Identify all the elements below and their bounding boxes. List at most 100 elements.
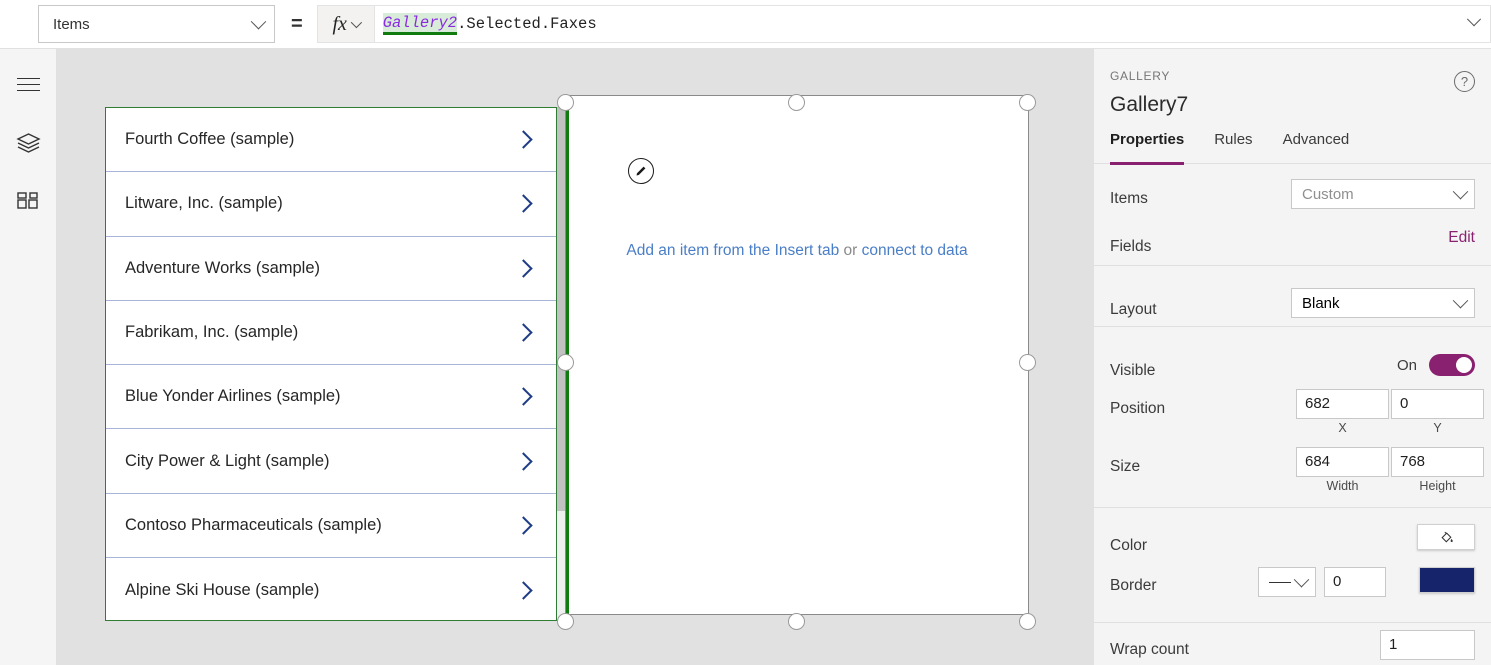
formula-reference-token: Gallery2 — [382, 13, 458, 35]
chevron-right-icon[interactable] — [514, 516, 533, 535]
border-style-line-icon — [1269, 581, 1291, 583]
color-label: Color — [1110, 537, 1148, 554]
gallery-item-label: Litware, Inc. (sample) — [125, 194, 283, 213]
position-x-input[interactable]: 682 — [1296, 389, 1389, 419]
border-color-swatch[interactable] — [1419, 567, 1475, 593]
divider — [1094, 622, 1491, 623]
left-rail — [0, 49, 57, 665]
gallery-item[interactable]: Fourth Coffee (sample) — [106, 108, 556, 173]
resize-handle-top-right[interactable] — [1019, 94, 1036, 111]
panel-tabs: Properties Rules Advanced — [1094, 131, 1491, 165]
tab-properties[interactable]: Properties — [1110, 131, 1185, 165]
property-dropdown[interactable]: Items — [38, 5, 275, 43]
layout-dropdown[interactable]: Blank — [1291, 288, 1475, 318]
gallery-item-label: Fabrikam, Inc. (sample) — [125, 323, 299, 342]
expand-formula-bar-icon[interactable] — [1469, 19, 1480, 30]
menu-icon[interactable] — [0, 63, 57, 105]
resize-handle-bottom-center[interactable] — [788, 613, 805, 630]
fx-button[interactable]: fx — [316, 5, 375, 43]
visible-toggle[interactable]: On — [1397, 354, 1475, 376]
chevron-right-icon[interactable] — [514, 194, 533, 214]
app-canvas: Fourth Coffee (sample) Litware, Inc. (sa… — [57, 49, 1093, 665]
layout-label: Layout — [1110, 301, 1157, 318]
size-width-sublabel: Width — [1326, 479, 1359, 493]
chevron-right-icon[interactable] — [514, 259, 533, 278]
fields-edit-link[interactable]: Edit — [1448, 229, 1475, 247]
fx-label: fx — [332, 12, 347, 35]
gallery-item[interactable]: City Power & Light (sample) — [106, 429, 556, 494]
resize-handle-bottom-left[interactable] — [557, 613, 574, 630]
border-label: Border — [1110, 577, 1157, 594]
resize-handle-middle-right[interactable] — [1019, 354, 1036, 371]
resize-handle-bottom-right[interactable] — [1019, 613, 1036, 630]
hamburger-glyph — [17, 77, 40, 92]
gallery-item-label: Alpine Ski House (sample) — [125, 580, 320, 599]
empty-hint-middle: or — [839, 242, 862, 259]
tab-rules[interactable]: Rules — [1214, 131, 1252, 164]
chevron-down-icon — [1293, 571, 1310, 587]
border-style-dropdown[interactable] — [1258, 567, 1316, 597]
gallery-item-label: Blue Yonder Airlines (sample) — [125, 387, 341, 406]
gallery-populated[interactable]: Fourth Coffee (sample) Litware, Inc. (sa… — [105, 107, 557, 621]
chevron-right-icon[interactable] — [514, 581, 533, 600]
toggle-knob — [1456, 357, 1472, 373]
tree-view-icon[interactable] — [0, 122, 57, 164]
items-label: Items — [1110, 190, 1148, 207]
row-fields: Fields — [1094, 229, 1491, 265]
gallery-item[interactable]: Alpine Ski House (sample) — [106, 558, 556, 620]
tab-advanced[interactable]: Advanced — [1283, 131, 1350, 164]
size-width-input[interactable]: 684 — [1296, 447, 1389, 477]
equals-sign: = — [291, 13, 303, 35]
power-apps-studio: Items = fx Gallery2 .Selected.Faxes Four… — [0, 0, 1491, 665]
empty-gallery-hint: Add an item from the Insert tab or conne… — [566, 242, 1028, 260]
insert-tab-link[interactable]: Add an item from the Insert tab — [626, 242, 839, 259]
items-dropdown-value: Custom — [1302, 185, 1354, 203]
chevron-right-icon[interactable] — [514, 323, 533, 342]
gallery-item[interactable]: Adventure Works (sample) — [106, 237, 556, 301]
paint-bucket-icon — [1440, 531, 1453, 542]
gallery-item[interactable]: Contoso Pharmaceuticals (sample) — [106, 494, 556, 559]
size-height-sublabel: Height — [1419, 479, 1456, 493]
position-y-input[interactable]: 0 — [1391, 389, 1484, 419]
gallery-item-label: Adventure Works (sample) — [125, 258, 321, 277]
chevron-right-icon[interactable] — [514, 387, 533, 407]
gallery-item[interactable]: Litware, Inc. (sample) — [106, 172, 556, 237]
wrap-count-label: Wrap count — [1110, 641, 1189, 658]
chevron-down-icon — [1452, 183, 1469, 199]
insert-icon[interactable] — [0, 182, 57, 224]
chevron-down-icon — [350, 16, 362, 29]
formula-input[interactable]: Gallery2 .Selected.Faxes — [374, 5, 1491, 43]
wrap-count-input[interactable]: 1 — [1380, 630, 1475, 660]
fields-label: Fields — [1110, 238, 1152, 255]
layers-glyph — [16, 133, 41, 153]
pencil-icon — [636, 166, 646, 176]
gallery-item-label: Fourth Coffee (sample) — [125, 130, 295, 149]
resize-handle-top-left[interactable] — [557, 94, 574, 111]
properties-panel: GALLERY Gallery7 ? Properties Rules Adva… — [1093, 49, 1491, 665]
border-width-input[interactable]: 0 — [1324, 567, 1386, 597]
layout-dropdown-value: Blank — [1302, 294, 1340, 312]
gallery-item-label: Contoso Pharmaceuticals (sample) — [125, 515, 382, 534]
chevron-right-icon[interactable] — [514, 451, 533, 471]
chevron-down-icon — [1452, 292, 1469, 308]
grid-blocks-glyph — [17, 191, 38, 209]
divider — [1094, 507, 1491, 508]
visible-toggle-state: On — [1396, 356, 1417, 374]
gallery-item[interactable]: Fabrikam, Inc. (sample) — [106, 301, 556, 366]
position-x-sublabel: X — [1338, 421, 1347, 435]
resize-handle-top-center[interactable] — [788, 94, 805, 111]
size-height-input[interactable]: 768 — [1391, 447, 1484, 477]
divider — [1094, 326, 1491, 327]
toggle-track — [1429, 354, 1475, 376]
help-icon[interactable]: ? — [1454, 71, 1475, 92]
edit-gallery-button[interactable] — [628, 158, 654, 184]
position-y-sublabel: Y — [1433, 421, 1442, 435]
color-fill-button[interactable] — [1417, 524, 1475, 550]
chevron-down-icon — [250, 13, 267, 29]
items-dropdown[interactable]: Custom — [1291, 179, 1475, 209]
resize-handle-middle-left[interactable] — [557, 354, 574, 371]
gallery-item[interactable]: Blue Yonder Airlines (sample) — [106, 365, 556, 430]
connect-to-data-link[interactable]: connect to data — [862, 242, 968, 259]
chevron-right-icon[interactable] — [514, 130, 533, 149]
formula-bar: Items = fx Gallery2 .Selected.Faxes — [0, 0, 1491, 49]
